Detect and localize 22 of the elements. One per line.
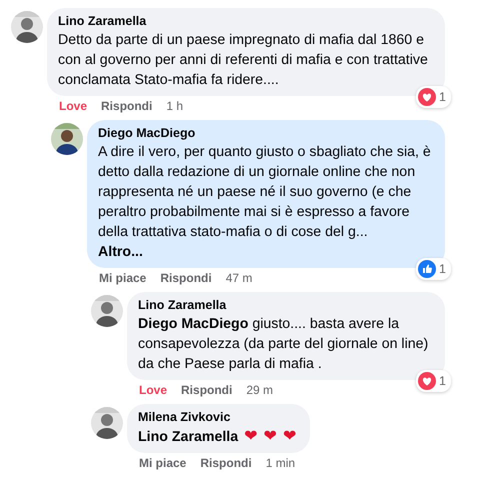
author-name[interactable]: Lino Zaramella — [58, 13, 431, 29]
author-name[interactable]: Lino Zaramella — [138, 297, 431, 313]
comment-text: Lino Zaramella ❤ ❤ ❤ — [138, 426, 296, 447]
reaction-badge[interactable]: 1 — [416, 370, 451, 392]
author-name[interactable]: Diego MacDiego — [98, 125, 431, 141]
timestamp: 29 m — [246, 383, 274, 399]
reply-link[interactable]: Rispondi — [160, 271, 212, 288]
reaction-badge[interactable]: 1 — [416, 258, 451, 280]
timestamp: 1 min — [266, 456, 296, 472]
reply-link[interactable]: Rispondi — [101, 99, 152, 116]
timestamp: 1 h — [166, 99, 184, 115]
thumbs-up-icon — [418, 260, 436, 278]
love-link[interactable]: Love — [139, 383, 168, 400]
author-name[interactable]: Milena Zivkovic — [138, 409, 296, 425]
comment-text: A dire il vero, per quanto giusto o sbagliato che sia, è detto dalla redazione di un giornale online che non rappresenta né un paese né il suo governo (e che peraltro probabilmente mai si è espresso a favore della trattativa stato-mafia o di cose del g... — [98, 143, 431, 242]
timestamp: 47 m — [226, 271, 252, 287]
reply-link[interactable]: Rispondi — [181, 383, 232, 400]
like-link[interactable]: Mi piace — [99, 271, 146, 288]
reaction-badge[interactable]: 1 — [416, 86, 451, 108]
love-link[interactable]: Love — [59, 99, 88, 116]
like-link[interactable]: Mi piace — [139, 456, 186, 473]
reply-link[interactable]: Rispondi — [200, 456, 252, 473]
